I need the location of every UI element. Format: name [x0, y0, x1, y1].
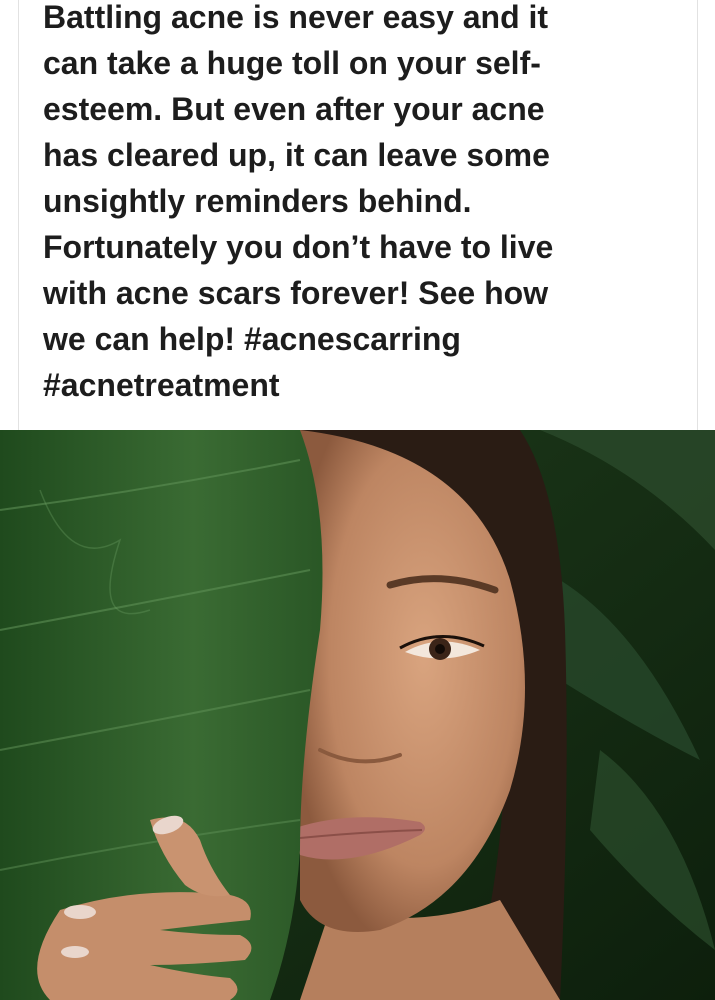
post-caption: Battling acne is never easy and it can t…	[43, 0, 683, 408]
post-card: Battling acne is never easy and it can t…	[18, 0, 698, 430]
hashtag-acnetreatment[interactable]: #acnetreatment	[43, 367, 280, 403]
post-photo[interactable]	[0, 430, 715, 1000]
hashtag-acnescarring[interactable]: #acnescarring	[244, 321, 461, 357]
woman-with-leaf-image	[0, 430, 715, 1000]
post-body-text: Battling acne is never easy and it can t…	[43, 0, 554, 357]
